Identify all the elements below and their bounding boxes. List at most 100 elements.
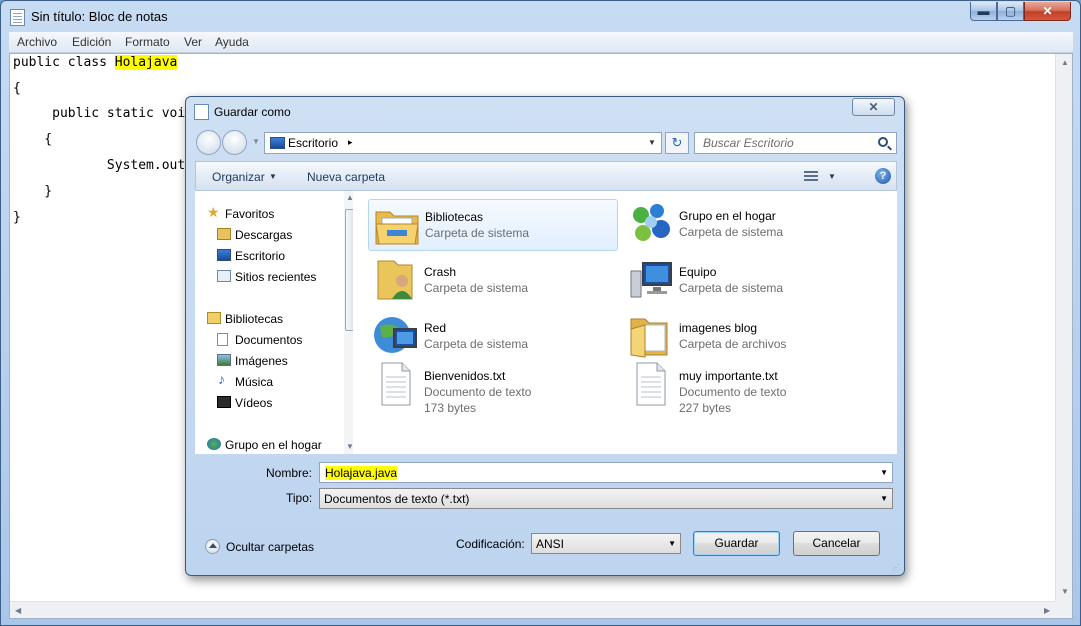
window-title: Sin título: Bloc de notas xyxy=(31,9,168,24)
organize-button[interactable]: Organizar xyxy=(212,170,265,184)
maximize-button[interactable]: ▢ xyxy=(997,2,1024,21)
file-item-red[interactable]: Red Carpeta de sistema xyxy=(368,311,618,363)
code-text: public class xyxy=(13,55,115,70)
file-type: Carpeta de sistema xyxy=(424,281,529,295)
chevron-down-icon[interactable]: ▼ xyxy=(668,539,676,548)
music-icon: ♪ xyxy=(218,371,225,387)
chevron-down-icon[interactable]: ▼ xyxy=(880,468,888,477)
dialog-title: Guardar como xyxy=(214,105,291,119)
history-dropdown-icon[interactable]: ▼ xyxy=(252,137,260,146)
scroll-up-arrow-icon[interactable]: ▲ xyxy=(1061,58,1069,67)
nav-item-imagenes[interactable]: Imágenes xyxy=(235,354,288,368)
menu-bar: Archivo Edición Formato Ver Ayuda xyxy=(9,32,1073,53)
scroll-corner xyxy=(1055,601,1072,618)
refresh-button[interactable]: ↻ xyxy=(665,132,689,154)
scroll-left-arrow-icon[interactable]: ◀ xyxy=(15,606,21,615)
close-button[interactable]: ✕ xyxy=(1024,2,1071,21)
search-input[interactable] xyxy=(695,133,873,153)
encoding-select[interactable]: ANSI ▼ xyxy=(531,533,681,554)
scroll-down-arrow-icon[interactable]: ▼ xyxy=(1061,587,1069,596)
minimize-button[interactable]: ▬ xyxy=(970,2,997,21)
notepad-icon xyxy=(10,9,25,26)
command-toolbar: Organizar ▼ Nueva carpeta ▼ ? xyxy=(195,161,897,191)
search-icon[interactable] xyxy=(878,137,888,147)
nav-item-sitios-recientes[interactable]: Sitios recientes xyxy=(235,270,316,284)
back-button[interactable] xyxy=(196,130,221,155)
search-box[interactable] xyxy=(694,132,897,154)
file-name: Bienvenidos.txt xyxy=(424,369,506,383)
menu-edicion[interactable]: Edición xyxy=(72,35,111,49)
menu-ayuda[interactable]: Ayuda xyxy=(215,35,249,49)
filename-label: Nombre: xyxy=(266,466,313,480)
file-item-muy-importante-txt[interactable]: muy importante.txt Documento de texto 22… xyxy=(623,359,873,419)
file-item-equipo[interactable]: Equipo Carpeta de sistema xyxy=(623,255,873,307)
desktop-icon xyxy=(217,249,231,261)
encoding-label: Codificación: xyxy=(456,537,525,551)
save-button[interactable]: Guardar xyxy=(693,531,780,556)
resize-grip-icon[interactable]: ⋰ xyxy=(892,563,900,572)
new-folder-button[interactable]: Nueva carpeta xyxy=(307,170,385,184)
navigation-pane: ★ Favoritos Descargas Escritorio Sitios … xyxy=(195,191,356,454)
forward-button[interactable] xyxy=(222,130,247,155)
chevron-down-icon[interactable]: ▼ xyxy=(269,172,277,181)
desktop-icon xyxy=(270,137,285,149)
menu-ver[interactable]: Ver xyxy=(184,35,202,49)
filetype-select[interactable]: Documentos de texto (*.txt) ▼ xyxy=(319,488,893,509)
view-options-icon[interactable] xyxy=(804,171,818,183)
chevron-down-icon[interactable]: ▼ xyxy=(880,494,888,503)
address-bar[interactable]: Escritorio ▸ ▼ xyxy=(264,132,662,154)
help-icon[interactable]: ? xyxy=(875,168,891,184)
hide-folders-label: Ocultar carpetas xyxy=(226,540,315,554)
text-document-icon xyxy=(381,362,411,406)
breadcrumb-separator-icon[interactable]: ▸ xyxy=(348,137,353,148)
filename-value: Holajava.java xyxy=(325,466,398,480)
notepad-titlebar[interactable]: Sin título: Bloc de notas ▬ ▢ ✕ xyxy=(1,1,1080,32)
network-icon xyxy=(374,317,417,353)
horizontal-scrollbar[interactable]: ◀ ▶ xyxy=(10,601,1056,618)
file-type: Documento de texto xyxy=(679,385,787,399)
code-line: System.out. xyxy=(13,158,194,173)
file-item-imagenes-blog[interactable]: imagenes blog Carpeta de archivos xyxy=(623,311,873,363)
nav-item-descargas[interactable]: Descargas xyxy=(235,228,292,242)
user-folder-icon xyxy=(377,260,413,300)
chevron-down-icon[interactable]: ▼ xyxy=(828,172,836,181)
menu-archivo[interactable]: Archivo xyxy=(17,35,57,49)
libraries-icon xyxy=(207,312,221,324)
breadcrumb-escritorio[interactable]: Escritorio xyxy=(288,136,338,150)
file-name: Grupo en el hogar xyxy=(679,209,776,223)
file-name: Bibliotecas xyxy=(425,210,484,224)
menu-formato[interactable]: Formato xyxy=(125,35,170,49)
nav-item-grupo-en-el-hogar[interactable]: Grupo en el hogar xyxy=(225,438,322,452)
nav-item-documentos[interactable]: Documentos xyxy=(235,333,302,347)
nav-item-musica[interactable]: Música xyxy=(235,375,273,389)
nav-item-favoritos[interactable]: Favoritos xyxy=(225,207,274,221)
scroll-right-arrow-icon[interactable]: ▶ xyxy=(1044,606,1050,615)
file-name: Equipo xyxy=(679,265,717,279)
nav-item-bibliotecas[interactable]: Bibliotecas xyxy=(225,312,283,326)
file-size: 173 bytes xyxy=(424,401,477,415)
cancel-button[interactable]: Cancelar xyxy=(793,531,880,556)
file-name: Red xyxy=(424,321,447,335)
homegroup-icon xyxy=(633,204,670,241)
file-item-crash[interactable]: Crash Carpeta de sistema xyxy=(368,255,618,307)
code-line: } xyxy=(13,210,21,225)
file-type: Carpeta de sistema xyxy=(679,225,784,239)
file-type: Carpeta de sistema xyxy=(425,226,530,240)
filetype-label: Tipo: xyxy=(286,491,313,505)
filename-field[interactable]: Holajava.java ▼ xyxy=(319,462,893,483)
filetype-value: Documentos de texto (*.txt) xyxy=(324,492,470,506)
file-type: Documento de texto xyxy=(424,385,532,399)
address-dropdown-icon[interactable]: ▼ xyxy=(648,138,656,147)
dialog-close-button[interactable]: ✕ xyxy=(852,98,895,116)
nav-item-escritorio[interactable]: Escritorio xyxy=(235,249,285,263)
file-type: Carpeta de sistema xyxy=(424,337,529,351)
nav-item-videos[interactable]: Vídeos xyxy=(235,396,272,410)
file-item-grupo-en-el-hogar[interactable]: Grupo en el hogar Carpeta de sistema xyxy=(623,199,873,251)
code-line: public class Holajava xyxy=(13,55,178,70)
folder-icon xyxy=(630,318,668,358)
file-item-bibliotecas[interactable]: Bibliotecas Carpeta de sistema xyxy=(368,199,618,251)
vertical-scrollbar[interactable]: ▲ ▼ xyxy=(1055,54,1072,601)
file-item-bienvenidos-txt[interactable]: Bienvenidos.txt Documento de texto 173 b… xyxy=(368,359,618,419)
code-line: public static voi xyxy=(13,106,186,121)
code-line: } xyxy=(13,184,53,199)
